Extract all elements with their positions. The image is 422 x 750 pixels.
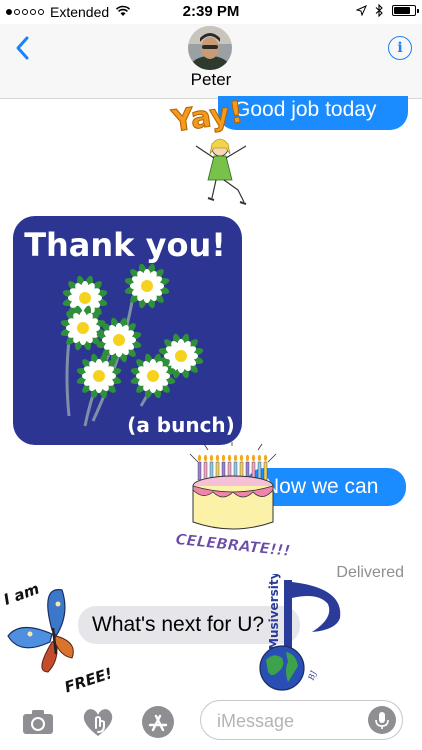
candle-flame bbox=[203, 454, 208, 462]
svg-text:BJ: BJ bbox=[306, 669, 318, 682]
celebrate-sticker[interactable]: CELEBRATE!!! bbox=[168, 440, 298, 560]
status-right bbox=[356, 4, 419, 17]
camera-icon[interactable] bbox=[20, 704, 56, 740]
thank-you-sticker[interactable]: Thank you! (a bunch) bbox=[13, 216, 242, 445]
candle bbox=[263, 461, 268, 481]
candle-flame bbox=[227, 454, 232, 462]
app-store-icon[interactable] bbox=[140, 704, 176, 740]
candle-flame bbox=[245, 454, 250, 462]
bluetooth-icon bbox=[375, 4, 383, 17]
microphone-icon[interactable] bbox=[368, 706, 396, 734]
message-text: What's next for U? bbox=[92, 613, 265, 636]
candle-flame bbox=[233, 454, 238, 462]
status-bar: Extended 2:39 PM bbox=[0, 0, 422, 24]
battery-icon bbox=[392, 5, 419, 16]
yay-text: Yay! bbox=[169, 95, 246, 140]
candle-flame bbox=[251, 454, 256, 462]
message-input-field[interactable] bbox=[200, 700, 403, 741]
compose-bar bbox=[0, 698, 422, 750]
musiversity-sticker[interactable]: Musiversity BJ bbox=[252, 571, 348, 694]
conversation-header: Peter i bbox=[0, 24, 422, 99]
thank-you-title: Thank you! bbox=[24, 226, 226, 264]
yay-sticker[interactable]: Yay! bbox=[168, 94, 258, 212]
candle-flame bbox=[221, 454, 226, 462]
candle-flame bbox=[257, 454, 262, 462]
candle-flame bbox=[197, 454, 202, 462]
butterfly-text-top: I am bbox=[1, 580, 42, 609]
location-icon bbox=[356, 5, 367, 16]
candle bbox=[197, 461, 202, 481]
butterfly-sticker[interactable]: I am FREE! bbox=[0, 576, 114, 697]
celebrate-text: CELEBRATE!!! bbox=[175, 530, 291, 556]
candle-flame bbox=[209, 454, 214, 462]
message-input[interactable] bbox=[215, 701, 369, 741]
candle-flame bbox=[215, 454, 220, 462]
contact-avatar[interactable] bbox=[188, 26, 232, 70]
back-chevron-icon[interactable] bbox=[10, 34, 38, 62]
digital-touch-icon[interactable] bbox=[80, 704, 116, 740]
info-icon[interactable]: i bbox=[388, 36, 412, 60]
candle bbox=[203, 461, 208, 481]
thank-you-caption: (a bunch) bbox=[127, 413, 235, 437]
candle-flame bbox=[263, 454, 268, 462]
contact-name[interactable]: Peter bbox=[0, 70, 422, 90]
musiversity-text: Musiversity bbox=[267, 574, 281, 650]
candle-flame bbox=[239, 454, 244, 462]
butterfly-text-bottom: FREE! bbox=[62, 664, 110, 696]
candle bbox=[257, 461, 262, 481]
